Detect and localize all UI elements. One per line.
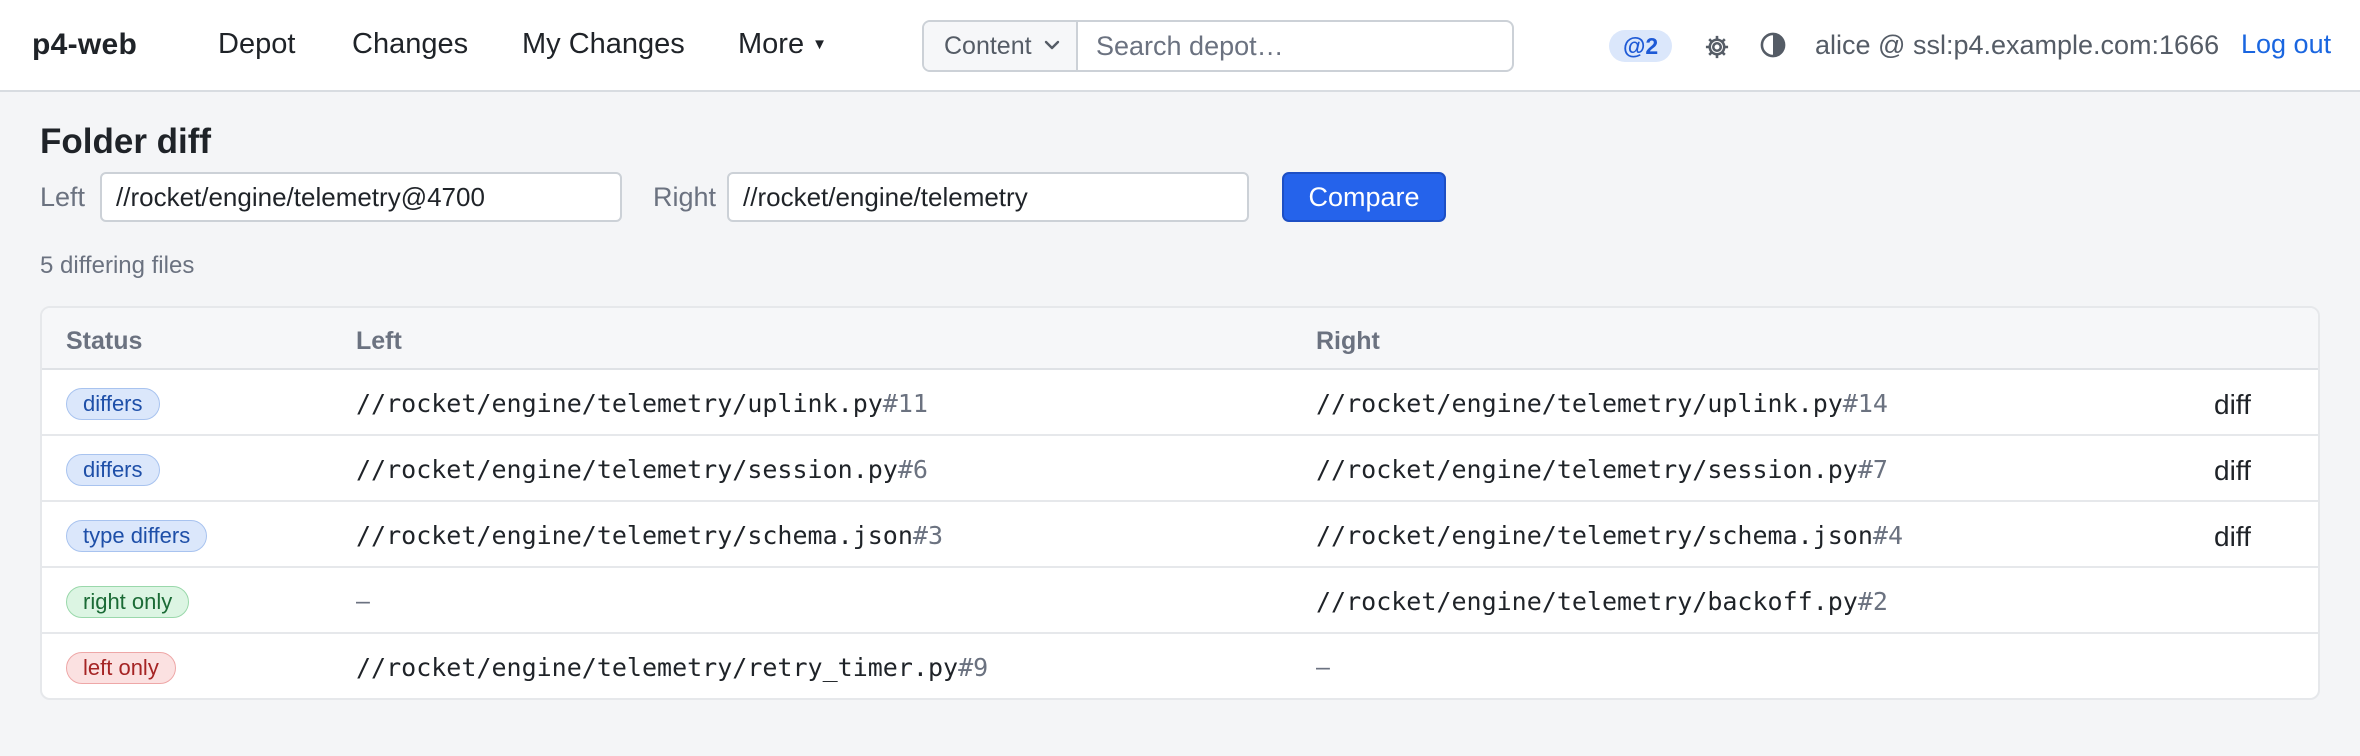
page-title: Folder diff [40, 122, 212, 161]
status-badge: left only [66, 652, 176, 684]
search-input[interactable] [1078, 22, 1512, 70]
nav-more-dropdown[interactable]: More ▼ [738, 28, 827, 61]
diff-link[interactable]: diff [2214, 455, 2251, 487]
empty-left-cell: – [356, 587, 370, 615]
table-row: type differs //rocket/engine/telemetry/s… [42, 502, 2318, 568]
status-badge: type differs [66, 520, 208, 552]
table-row: differs //rocket/engine/telemetry/sessio… [42, 436, 2318, 502]
right-file-path[interactable]: //rocket/engine/telemetry/backoff.py#2 [1316, 587, 1888, 616]
nav-more-label: More [738, 28, 805, 60]
nav-link-my-changes[interactable]: My Changes [522, 28, 685, 61]
status-badge: differs [66, 388, 160, 420]
left-file-path[interactable]: //rocket/engine/telemetry/schema.json#3 [356, 521, 943, 550]
diff-table: Status Left Right differs //rocket/engin… [40, 306, 2320, 700]
gear-icon[interactable] [1703, 33, 1731, 61]
right-file-path[interactable]: //rocket/engine/telemetry/uplink.py#14 [1316, 389, 1888, 418]
left-file-path[interactable]: //rocket/engine/telemetry/retry_timer.py… [356, 653, 988, 682]
left-path-input[interactable] [100, 172, 622, 222]
search-scope-value: Content [944, 31, 1032, 60]
column-header-status: Status [66, 327, 143, 355]
column-header-right: Right [1316, 327, 1380, 355]
right-path-input[interactable] [727, 172, 1249, 222]
pending-changes-badge[interactable]: @2 [1609, 30, 1673, 62]
status-badge: right only [66, 586, 190, 618]
differing-files-count: 5 differing files [40, 252, 195, 279]
table-row: differs //rocket/engine/telemetry/uplink… [42, 370, 2318, 436]
table-row: left only //rocket/engine/telemetry/retr… [42, 634, 2318, 698]
search-bar: Content [922, 20, 1514, 72]
empty-right-cell: – [1316, 653, 1330, 681]
left-file-path[interactable]: //rocket/engine/telemetry/session.py#6 [356, 455, 928, 484]
left-label: Left [40, 182, 86, 212]
left-file-path[interactable]: //rocket/engine/telemetry/uplink.py#11 [356, 389, 928, 418]
chevron-down-icon [1044, 40, 1060, 50]
nav-link-changes[interactable]: Changes [352, 28, 468, 61]
right-file-path[interactable]: //rocket/engine/telemetry/session.py#7 [1316, 455, 1888, 484]
caret-down-icon: ▼ [812, 36, 827, 53]
brand-logo[interactable]: p4-web [32, 28, 137, 62]
contrast-icon[interactable] [1759, 31, 1787, 59]
column-header-left: Left [356, 327, 402, 355]
search-scope-select[interactable]: Content [924, 22, 1078, 70]
table-header: Status Left Right [42, 308, 2318, 370]
right-label: Right [653, 182, 717, 212]
diff-link[interactable]: diff [2214, 389, 2251, 421]
nav-link-depot[interactable]: Depot [218, 28, 295, 61]
compare-button[interactable]: Compare [1282, 172, 1446, 222]
status-badge: differs [66, 454, 160, 486]
diff-link[interactable]: diff [2214, 521, 2251, 553]
current-user-label: alice @ ssl:p4.example.com:1666 [1815, 30, 2220, 60]
table-row: right only – //rocket/engine/telemetry/b… [42, 568, 2318, 634]
top-navbar: p4-web Depot Changes My Changes More ▼ Co… [0, 0, 2360, 92]
right-file-path[interactable]: //rocket/engine/telemetry/schema.json#4 [1316, 521, 1903, 550]
logout-link[interactable]: Log out [2241, 29, 2331, 60]
